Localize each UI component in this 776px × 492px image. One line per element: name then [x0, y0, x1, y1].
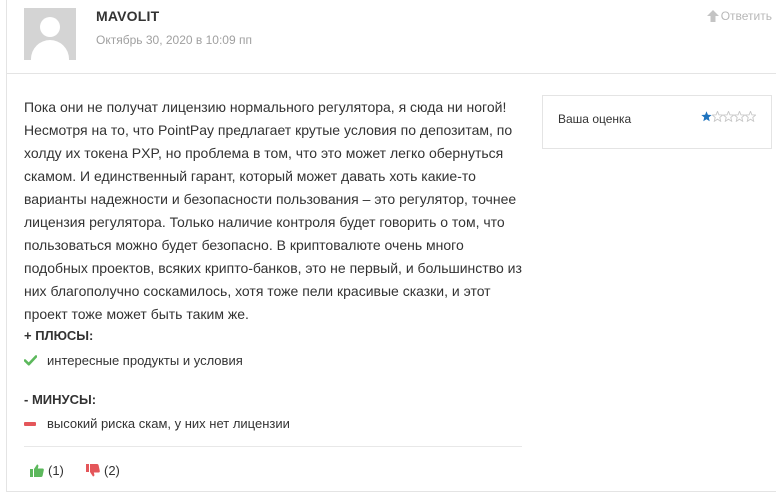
star-icon[interactable] — [712, 111, 723, 122]
star-icon[interactable] — [745, 111, 756, 122]
footer-divider — [24, 446, 522, 447]
avatar-head-shape — [40, 17, 60, 37]
reply-label: Ответить — [720, 9, 772, 23]
dislike-button[interactable]: (2) — [86, 463, 120, 478]
like-count: (1) — [48, 463, 64, 478]
avatar — [24, 8, 76, 60]
dislike-count: (2) — [104, 463, 120, 478]
reply-arrow-icon — [706, 10, 719, 22]
rating-label: Ваша оценка — [558, 112, 632, 126]
con-item: высокий риска скам, у них нет лицензии — [24, 416, 290, 431]
pro-item-text: интересные продукты и условия — [47, 353, 243, 368]
minus-icon — [24, 421, 38, 426]
cons-title: - МИНУСЫ: — [24, 392, 97, 407]
rating-stars[interactable] — [701, 111, 756, 122]
pros-title: + ПЛЮСЫ: — [24, 328, 94, 343]
pro-item: интересные продукты и условия — [24, 353, 243, 368]
comment-text: Пока они не получат лицензию нормального… — [24, 99, 522, 322]
header-divider — [6, 73, 776, 74]
check-icon — [24, 355, 38, 366]
comment-date: Октябрь 30, 2020 в 10:09 пп — [96, 33, 252, 47]
avatar-body-shape — [31, 40, 69, 60]
star-icon[interactable] — [701, 111, 712, 122]
star-icon[interactable] — [734, 111, 745, 122]
star-icon[interactable] — [723, 111, 734, 122]
thumbs-down-icon — [86, 464, 100, 477]
thumbs-up-icon — [30, 464, 44, 477]
rating-box: Ваша оценка — [542, 95, 772, 149]
con-item-text: высокий риска скам, у них нет лицензии — [47, 416, 290, 431]
reply-button[interactable]: Ответить — [706, 9, 772, 23]
like-button[interactable]: (1) — [30, 463, 64, 478]
comment-author: MAVOLIT — [96, 8, 160, 24]
